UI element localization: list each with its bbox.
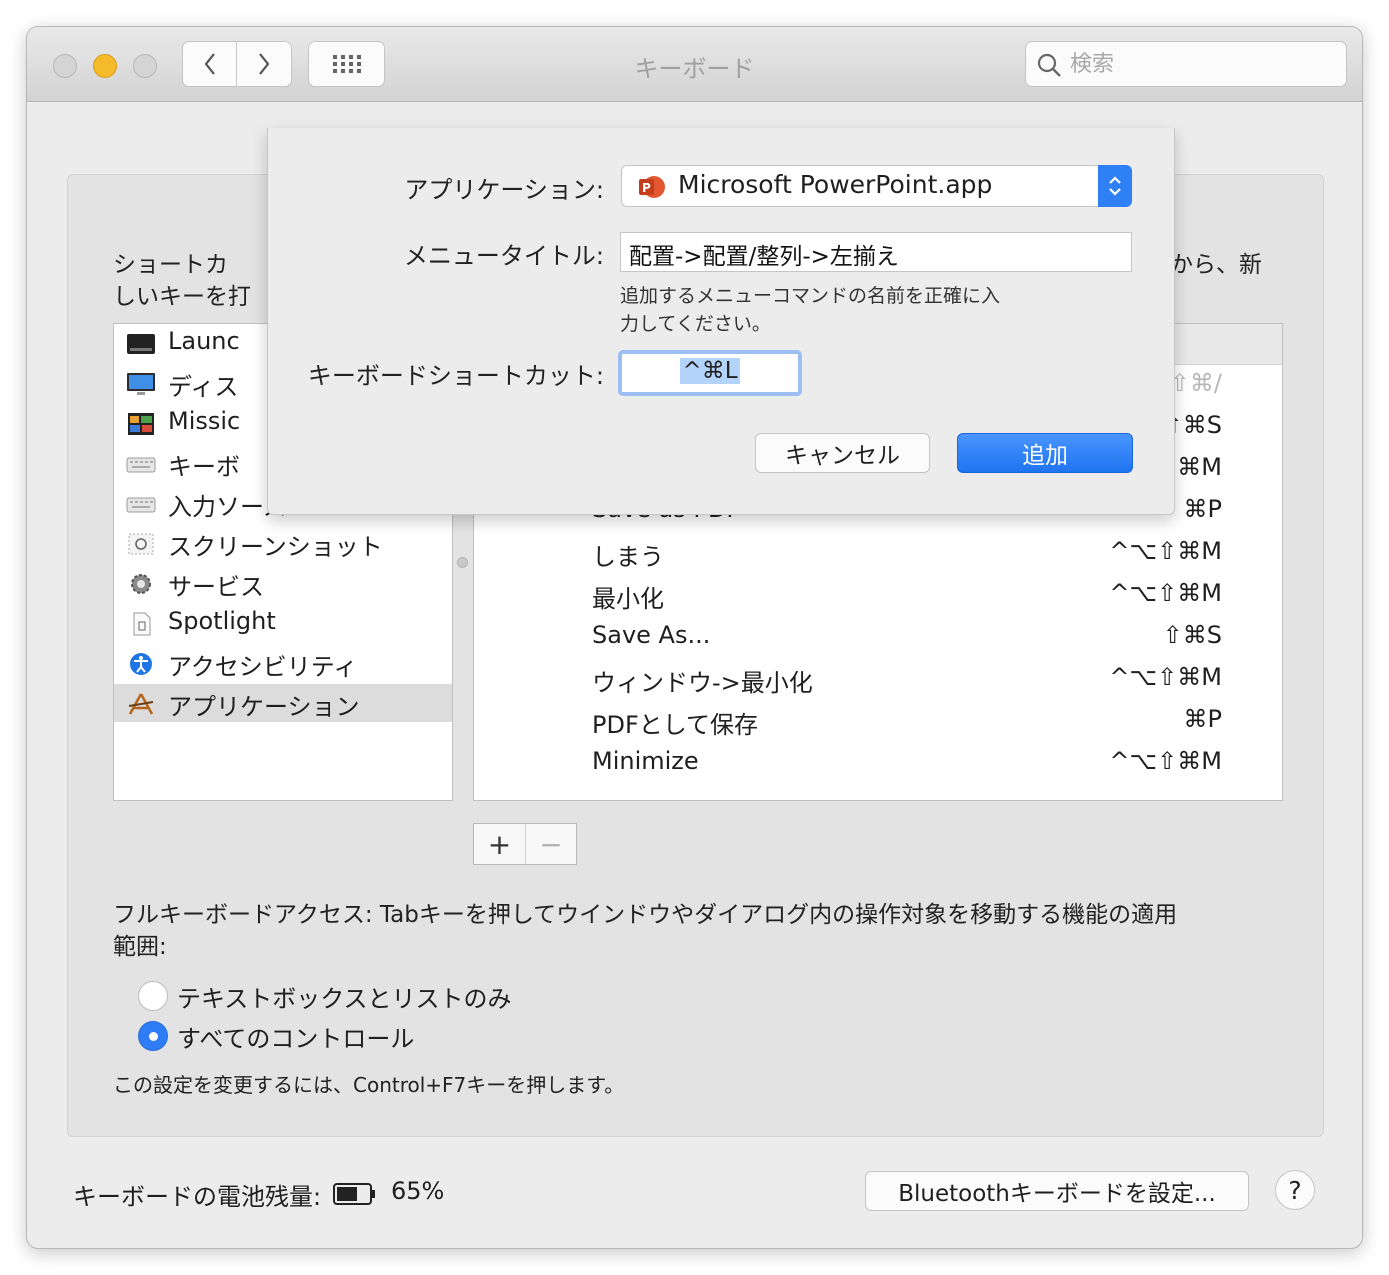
instruction-line1-left: ショートカ [113,252,228,278]
chevron-up-down-icon [1109,176,1121,196]
radio-label: テキストボックスとリストのみ [177,985,512,1013]
category-label: Spotlight [168,607,276,635]
radio-label: すべてのコントロール [177,1025,415,1053]
category-label: Missic [168,407,241,435]
help-line: 力してください。 [620,313,771,335]
application-value: Microsoft PowerPoint.app [678,170,993,199]
category-label: ディス [168,373,239,401]
select-stepper[interactable] [1098,165,1132,207]
help-line: 追加するメニューコマンドの名前を正確に入 [620,285,1001,307]
gear-icon [131,574,151,594]
keyboard-shortcut-label: キーボードショートカット: [307,362,604,390]
setup-bluetooth-keyboard-button[interactable]: Bluetoothキーボードを設定... [865,1171,1249,1211]
menu-title-help: 追加するメニューコマンドの名前を正確に入 力してください。 [620,282,1000,338]
shortcut-row[interactable]: 最小化 ^⌥⇧⌘M [474,576,1282,616]
shortcut-keys: ^⌥⇧⌘M [1109,663,1222,691]
shortcut-keys: ⇧⌘S [1162,621,1222,649]
category-label: キーボ [168,453,240,481]
display-icon [127,373,155,395]
menu-title-field[interactable]: 配置->配置/整列->左揃え [620,232,1132,272]
category-item-spotlight[interactable]: Spotlight [114,604,452,642]
search-field[interactable] [1025,41,1347,87]
split-view-handle[interactable] [457,557,468,568]
shortcut-row[interactable]: ウィンドウ->最小化 ^⌥⇧⌘M [474,660,1282,700]
shortcut-name: PDFとして保存 [592,711,759,739]
search-icon [1037,53,1061,77]
shortcut-value-wrap: ^⌘L [622,358,798,384]
category-label: スクリーンショット [168,533,383,561]
add-remove-buttons: + − [473,823,577,865]
preferences-window: キーボード ショートカ しいキーを打 てから、新 Launc ディス Missi… [26,26,1363,1249]
menu-title-label: メニュータイトル: [403,242,604,270]
shortcut-change-note: この設定を変更するには、Control+F7キーを押します。 [113,1073,625,1097]
keyboard-shortcut-field[interactable]: ^⌘L [618,350,802,396]
shortcut-keys: ^⌥⇧⌘M [1109,747,1222,775]
radio-text-boxes-lists[interactable] [138,981,168,1011]
category-label: アプリケーション [168,693,360,721]
shortcut-row[interactable]: PDFとして保存 ⌘P [474,702,1282,742]
category-label: Launc [168,327,240,355]
shortcut-keys: ⌘P [1183,495,1222,523]
shortcut-name: ウィンドウ->最小化 [592,669,813,697]
full-keyboard-access-line2: 範囲: [113,934,167,960]
application-label: アプリケーション: [404,176,604,204]
mission-control-icon [128,413,154,435]
category-item-accessibility[interactable]: アクセシビリティ [114,644,452,682]
battery-label: キーボードの電池残量: [73,1183,322,1211]
screenshot-icon [128,533,154,555]
shortcut-row[interactable]: Save As... ⇧⌘S [474,618,1282,658]
battery-icon [333,1183,375,1205]
shortcut-name: Save As... [592,621,711,649]
shortcut-keys: ⇧⌘/ [1169,369,1222,397]
shortcut-keys: ⌘P [1183,705,1222,733]
accessibility-icon [130,653,152,675]
title-bar: キーボード [27,27,1362,102]
add-shortcut-button[interactable]: + [474,824,526,864]
shortcut-keys: ^⌥⇧⌘M [1109,537,1222,565]
category-item-applications[interactable]: アプリケーション [114,684,452,722]
battery-value: 65% [391,1177,445,1205]
keyboard-icon [126,457,156,473]
full-keyboard-access-line1: フルキーボードアクセス: Tabキーを押してウインドウやダイアログ内の操作対象を… [113,902,1178,928]
add-shortcut-sheet: アプリケーション: P Microsoft PowerPoint.app メニュ… [267,128,1175,515]
instruction-line2-left: しいキーを打 [113,284,251,310]
input-sources-icon [126,497,156,513]
menu-title-value: 配置->配置/整列->左揃え [629,244,899,270]
powerpoint-icon: P [639,176,665,198]
shortcut-keys: ^⌥⇧⌘M [1109,579,1222,607]
shortcut-name: Minimize [592,747,699,775]
spotlight-icon [133,612,151,636]
add-button[interactable]: 追加 [957,433,1133,473]
remove-shortcut-button[interactable]: − [526,824,576,864]
shortcut-row[interactable]: しまう ^⌥⇧⌘M [474,534,1282,574]
category-item-screenshot[interactable]: スクリーンショット [114,524,452,562]
category-label: アクセシビリティ [168,653,358,681]
app-store-icon [128,693,154,715]
shortcut-row[interactable]: Minimize ^⌥⇧⌘M [474,744,1282,784]
search-input[interactable] [1070,50,1330,78]
help-button[interactable]: ? [1275,1170,1315,1210]
radio-all-controls[interactable] [138,1021,168,1051]
category-item-services[interactable]: サービス [114,564,452,602]
launchpad-icon [127,334,155,354]
category-label: サービス [168,573,264,601]
shortcut-name: 最小化 [592,585,664,613]
cancel-button[interactable]: キャンセル [755,433,930,473]
svg-text:P: P [642,181,651,195]
application-select[interactable]: P Microsoft PowerPoint.app [621,165,1132,207]
shortcut-name: しまう [592,543,664,571]
shortcut-value: ^⌘L [680,358,740,384]
